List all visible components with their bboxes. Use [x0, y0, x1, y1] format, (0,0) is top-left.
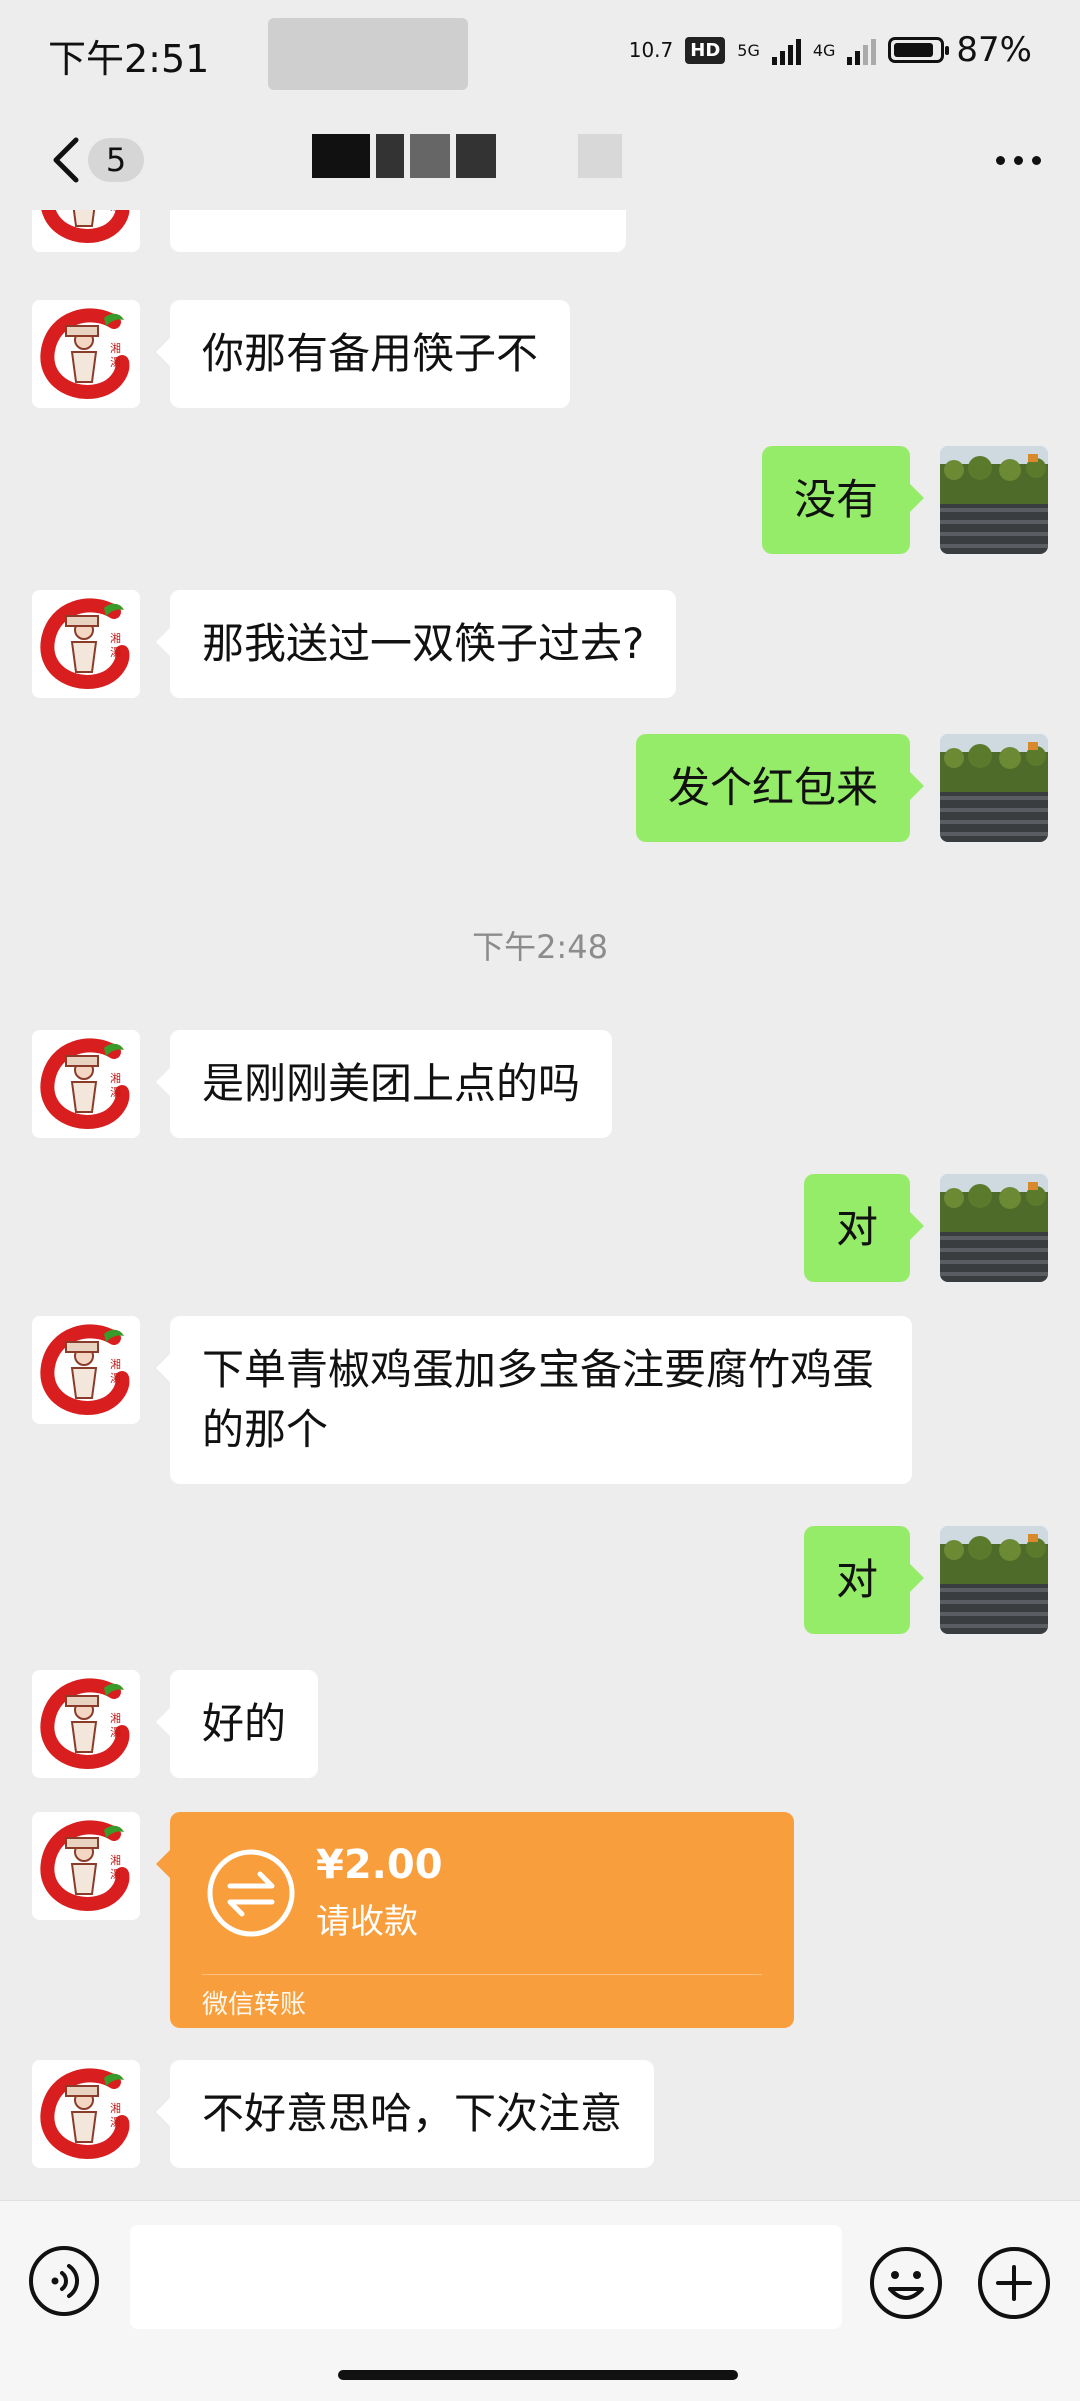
- contact-avatar[interactable]: [32, 1670, 140, 1778]
- my-avatar[interactable]: [940, 734, 1048, 842]
- message-bubble-incoming[interactable]: 好的: [155, 1670, 319, 1778]
- chat-header: 5: [0, 110, 1080, 210]
- my-avatar[interactable]: [940, 446, 1048, 554]
- my-avatar[interactable]: [940, 1174, 1048, 1282]
- network-type-4g: 4G: [812, 40, 836, 60]
- message-text: 好的: [202, 1699, 287, 1748]
- restaurant-logo-icon: [32, 210, 140, 252]
- transfer-divider: [202, 1974, 762, 1975]
- restaurant-logo-icon: [32, 300, 140, 408]
- message-timestamp: 下午2:48: [472, 928, 608, 966]
- more-dots-icon[interactable]: [986, 134, 1050, 186]
- contact-avatar[interactable]: [32, 300, 140, 408]
- message-list[interactable]: 你那有备用筷子不 没有 那我送过一双筷子过去? 发个红包来 下午2:48 是刚刚…: [0, 210, 1080, 2200]
- message-text: 不好意思哈，下次注意: [202, 2089, 623, 2138]
- hedge-photo-avatar: [940, 1174, 1048, 1282]
- network-type-5g: 5G: [737, 40, 760, 60]
- status-indicators: 10.7 HD 5G 4G 87%: [629, 30, 1032, 70]
- battery-fill: [894, 43, 933, 57]
- plus-icon[interactable]: [976, 2245, 1052, 2321]
- restaurant-logo-icon: [32, 590, 140, 698]
- blurred-notification-area: [268, 18, 468, 90]
- status-bar: 下午2:51 10.7 HD 5G 4G 87%: [0, 0, 1080, 110]
- message-text: 下单青椒鸡蛋加多宝备注要腐竹鸡蛋的那个: [202, 1345, 875, 1454]
- message-input[interactable]: [130, 2225, 842, 2329]
- transfer-arrows-icon: [207, 1849, 295, 1937]
- battery-icon: [888, 37, 950, 63]
- chat-title-redacted: [312, 134, 622, 178]
- message-text: 对: [835, 1203, 878, 1252]
- unread-count-badge[interactable]: 5: [88, 138, 144, 182]
- message-bubble-incoming[interactable]: 你那有备用筷子不: [155, 300, 571, 408]
- contact-avatar[interactable]: [32, 1812, 140, 1920]
- message-text: 没有: [793, 475, 878, 524]
- message-bubble-outgoing[interactable]: 没有: [761, 446, 925, 554]
- message-bubble-incoming[interactable]: 那我送过一双筷子过去?: [155, 590, 677, 698]
- message-text: 对: [835, 1555, 878, 1604]
- contact-avatar[interactable]: [32, 210, 140, 252]
- network-speed-value: 10.7: [628, 38, 674, 62]
- my-avatar[interactable]: [940, 1526, 1048, 1634]
- message-bubble-incoming[interactable]: 是刚刚美团上点的吗: [155, 1030, 613, 1138]
- restaurant-logo-icon: [32, 1812, 140, 1920]
- signal-5g-icon: [771, 35, 801, 65]
- message-bubble-incoming[interactable]: 下单青椒鸡蛋加多宝备注要腐竹鸡蛋的那个: [156, 1316, 912, 1484]
- voice-icon[interactable]: [28, 2245, 100, 2317]
- message-text: 你那有备用筷子不: [202, 329, 539, 378]
- message-bubble-outgoing[interactable]: 发个红包来: [635, 734, 925, 842]
- home-indicator[interactable]: [338, 2370, 738, 2380]
- hedge-photo-avatar: [940, 1526, 1048, 1634]
- contact-avatar[interactable]: [32, 590, 140, 698]
- contact-avatar[interactable]: [32, 1316, 140, 1424]
- hd-voice-badge: HD: [685, 36, 726, 64]
- emoji-icon[interactable]: [868, 2245, 944, 2321]
- message-bubble-outgoing[interactable]: 对: [803, 1526, 925, 1634]
- message-bubble-outgoing[interactable]: 对: [803, 1174, 925, 1282]
- message-bubble-partial: [170, 210, 626, 252]
- message-text: 是刚刚美团上点的吗: [202, 1059, 581, 1108]
- signal-4g-icon: [847, 35, 877, 65]
- restaurant-logo-icon: [32, 1670, 140, 1778]
- hedge-photo-avatar: [940, 446, 1048, 554]
- restaurant-logo-icon: [32, 1316, 140, 1424]
- restaurant-logo-icon: [32, 2060, 140, 2168]
- battery-percent: 87%: [956, 30, 1032, 70]
- transfer-footer: 微信转账: [202, 1990, 307, 2020]
- transfer-status: 请收款: [316, 1902, 418, 1942]
- message-text: 发个红包来: [667, 763, 878, 812]
- contact-avatar[interactable]: [32, 1030, 140, 1138]
- message-text: 那我送过一双筷子过去?: [202, 619, 645, 668]
- contact-avatar[interactable]: [32, 2060, 140, 2168]
- network-speed: 10.7: [629, 40, 674, 60]
- message-bubble-incoming[interactable]: 不好意思哈，下次注意: [155, 2060, 655, 2168]
- status-time: 下午2:51: [48, 37, 210, 81]
- hedge-photo-avatar: [940, 734, 1048, 842]
- transfer-amount: ¥2.00: [316, 1842, 443, 1888]
- restaurant-logo-icon: [32, 1030, 140, 1138]
- transfer-card[interactable]: ¥2.00 请收款 微信转账: [156, 1812, 794, 2028]
